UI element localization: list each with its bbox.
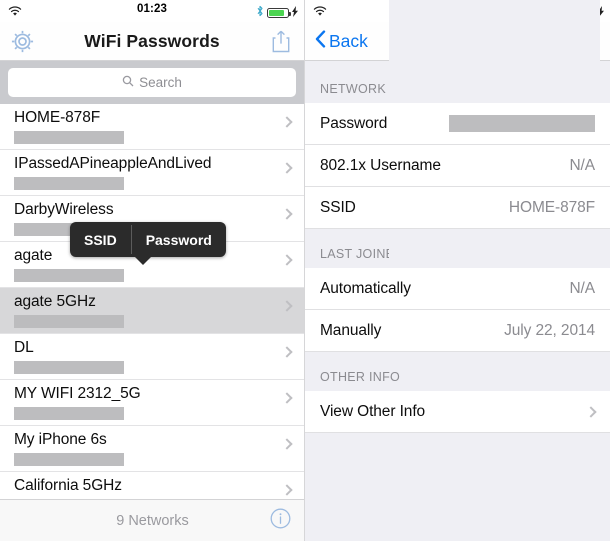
detail-row-value: HOME-878F	[508, 198, 595, 216]
network-name: HOME-878F	[14, 109, 101, 126]
detail-row-label: Password	[320, 114, 388, 132]
network-name: DL	[14, 339, 34, 356]
back-button[interactable]: Back	[315, 29, 368, 53]
network-list-item[interactable]: IPassedAPineappleAndLived	[0, 150, 304, 196]
battery-icon	[267, 8, 291, 18]
network-list-item[interactable]: My iPhone 6s	[0, 426, 304, 472]
detail-row-label: Automatically	[320, 279, 411, 297]
network-name: MY WIFI 2312_5G	[14, 385, 141, 402]
detail-row-value: July 22, 2014	[504, 321, 595, 339]
status-right-cluster	[256, 4, 298, 22]
status-right-cluster	[562, 4, 604, 22]
detail-row-label: Manually	[320, 321, 382, 339]
detail-row: SSID HOME-878F	[305, 187, 610, 229]
context-menu-popover: SSID Password	[70, 222, 226, 265]
detail-row-label: SSID	[320, 198, 356, 216]
popover-item-password[interactable]: Password	[132, 222, 226, 257]
app-screen: 01:23 WiFi Passwords Search HOME-878F IP…	[0, 0, 610, 541]
navbar-right: Back HOME-878F	[305, 0, 610, 281]
detail-sections: NETWORK INFO Password 802.1x Username N/A SS…	[305, 61, 610, 541]
network-name: My iPhone 6s	[14, 431, 107, 448]
detail-row[interactable]: View Other Info	[305, 391, 610, 433]
bluetooth-icon	[256, 4, 264, 22]
section-header: OTHER INFO	[320, 370, 401, 384]
chevron-right-icon	[585, 405, 597, 418]
network-name: DarbyWireless	[14, 201, 114, 218]
detail-row-label: 802.1x Username	[320, 156, 441, 174]
password-redaction-bar	[14, 361, 124, 374]
network-list-item[interactable]: MY WIFI 2312_5G	[0, 380, 304, 426]
detail-row-label: View Other Info	[320, 402, 426, 420]
bottom-toolbar: 9 Networks	[0, 499, 304, 541]
share-icon[interactable]	[270, 29, 292, 54]
network-count-label: 9 Networks	[116, 512, 189, 529]
page-title: WiFi Passwords	[84, 30, 220, 51]
popover-item-ssid[interactable]: SSID	[70, 222, 131, 257]
master-panel-wifi-list: 01:23 WiFi Passwords Search HOME-878F IP…	[0, 0, 305, 541]
detail-row: Automatically N/A	[305, 268, 610, 310]
bluetooth-icon	[562, 4, 570, 22]
search-placeholder: Search	[139, 75, 182, 90]
back-button-label: Back	[329, 30, 368, 51]
status-bar-right: 01:22	[305, 0, 610, 22]
lightning-bolt-icon	[598, 4, 604, 22]
gear-icon[interactable]	[9, 28, 36, 55]
status-bar-left: 01:23	[0, 0, 304, 22]
password-redaction-bar	[14, 269, 124, 282]
chevron-left-icon	[315, 29, 326, 53]
password-redaction-bar	[14, 315, 124, 328]
detail-row-value: N/A	[569, 156, 595, 174]
password-redaction-bar	[14, 131, 124, 144]
network-list-item[interactable]: HOME-878F	[0, 104, 304, 150]
navbar-left: WiFi Passwords	[0, 22, 304, 61]
detail-panel-network-info: 01:22 Back HOME-878F NETWORK INFO Passwor…	[305, 0, 610, 541]
network-list: HOME-878F IPassedAPineappleAndLived DarbyW…	[0, 104, 304, 518]
network-name: agate 5GHz	[14, 293, 96, 310]
popover-arrow-icon	[134, 256, 152, 265]
password-redaction-bar	[14, 177, 124, 190]
network-list-item[interactable]: DL	[0, 334, 304, 380]
network-name: IPassedAPineappleAndLived	[14, 155, 212, 172]
lightning-bolt-icon	[292, 4, 298, 22]
section-header: LAST JOINED	[320, 247, 404, 261]
password-redaction-bar	[449, 115, 595, 132]
section-header: NETWORK INFO	[320, 82, 421, 96]
detail-row: Password	[305, 103, 610, 145]
detail-row-value: N/A	[569, 279, 595, 297]
detail-row: 802.1x Username N/A	[305, 145, 610, 187]
detail-background-fill	[305, 433, 610, 541]
network-name: California 5GHz	[14, 477, 122, 494]
info-icon[interactable]	[270, 508, 291, 534]
password-redaction-bar	[14, 407, 124, 420]
password-redaction-bar	[14, 453, 124, 466]
detail-row: Manually July 22, 2014	[305, 310, 610, 352]
battery-icon	[573, 8, 597, 18]
search-icon	[122, 75, 134, 90]
search-input[interactable]: Search	[8, 68, 296, 97]
network-list-item[interactable]: agate 5GHz	[0, 288, 304, 334]
search-container: Search	[0, 61, 304, 104]
